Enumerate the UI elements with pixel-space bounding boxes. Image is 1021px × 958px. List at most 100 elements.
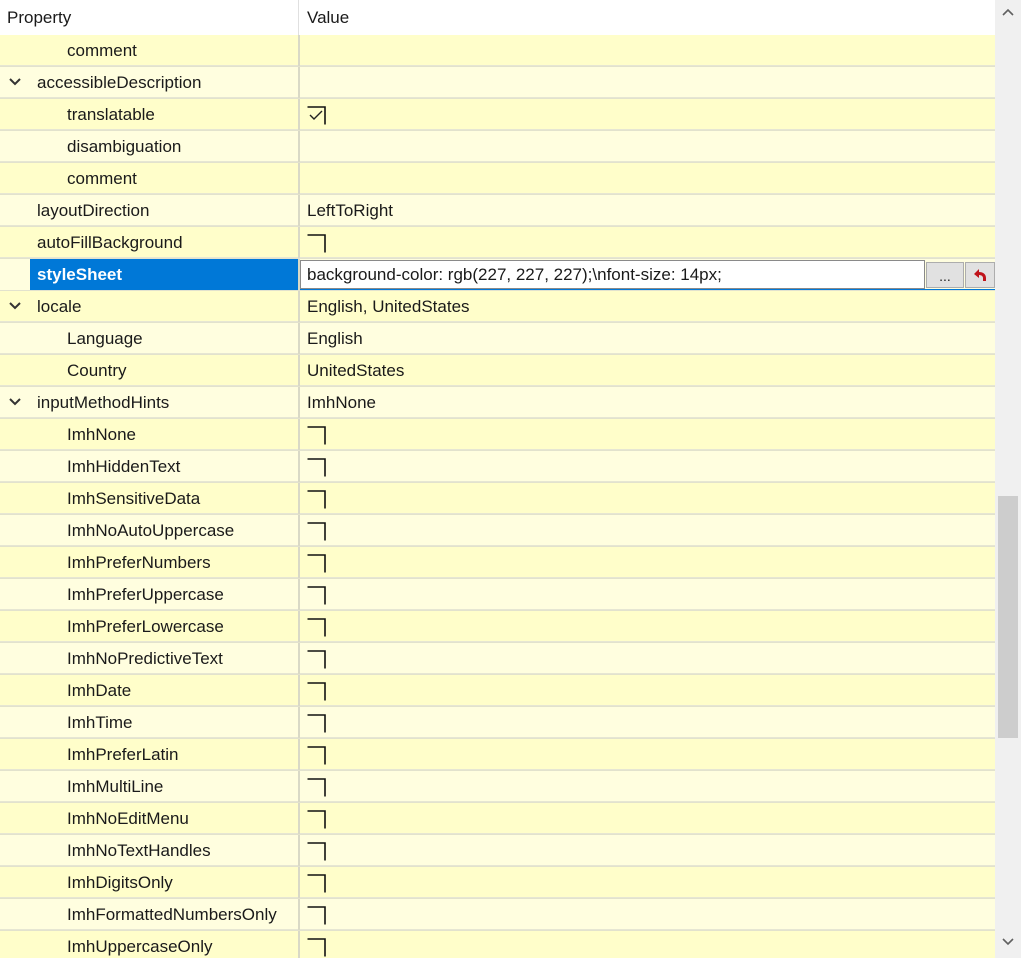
property-value[interactable]: English, UnitedStates — [300, 291, 995, 322]
property-row[interactable]: ImhPreferLatin — [0, 739, 995, 771]
property-value[interactable] — [300, 163, 995, 194]
checkbox-icon[interactable] — [307, 234, 326, 253]
property-value[interactable] — [300, 611, 995, 642]
property-row[interactable]: layoutDirection LeftToRight — [0, 195, 995, 227]
property-name[interactable]: ImhUppercaseOnly — [0, 931, 298, 958]
property-name[interactable]: ImhNoPredictiveText — [0, 643, 298, 674]
property-row[interactable]: ImhTime — [0, 707, 995, 739]
property-name[interactable]: ImhHiddenText — [0, 451, 298, 482]
checkbox-icon[interactable] — [307, 586, 326, 605]
property-row[interactable]: ImhPreferNumbers — [0, 547, 995, 579]
property-name[interactable]: disambiguation — [0, 131, 298, 162]
property-row[interactable]: ImhDigitsOnly — [0, 867, 995, 899]
stylesheet-value-input[interactable]: background-color: rgb(227, 227, 227);\nf… — [300, 260, 925, 289]
property-value[interactable]: LeftToRight — [300, 195, 995, 226]
checkbox-icon[interactable] — [307, 938, 326, 957]
checkbox-icon[interactable] — [307, 810, 326, 829]
property-value[interactable] — [300, 227, 995, 258]
property-value[interactable] — [300, 67, 995, 98]
property-name[interactable]: ImhTime — [0, 707, 298, 738]
property-row[interactable]: ImhMultiLine — [0, 771, 995, 803]
property-row[interactable]: Country UnitedStates — [0, 355, 995, 387]
property-value[interactable]: UnitedStates — [300, 355, 995, 386]
property-name[interactable]: comment — [0, 163, 298, 194]
property-value[interactable] — [300, 131, 995, 162]
property-name[interactable]: ImhNone — [0, 419, 298, 450]
property-value[interactable] — [300, 675, 995, 706]
checkbox-icon[interactable] — [307, 842, 326, 861]
property-name[interactable]: Country — [0, 355, 298, 386]
property-name[interactable]: accessibleDescription — [0, 67, 298, 98]
property-row[interactable]: ImhNoEditMenu — [0, 803, 995, 835]
property-name[interactable]: styleSheet — [30, 259, 298, 290]
property-value[interactable] — [300, 899, 995, 930]
property-value[interactable]: English — [300, 323, 995, 354]
property-name[interactable]: inputMethodHints — [0, 387, 298, 418]
property-row[interactable]: autoFillBackground — [0, 227, 995, 259]
property-name[interactable]: ImhDigitsOnly — [0, 867, 298, 898]
property-row[interactable]: inputMethodHints ImhNone — [0, 387, 995, 419]
property-name[interactable]: translatable — [0, 99, 298, 130]
edit-stylesheet-button[interactable]: ... — [926, 262, 964, 288]
checkbox-checked-icon[interactable] — [307, 106, 326, 125]
property-row[interactable]: locale English, UnitedStates — [0, 291, 995, 323]
property-name[interactable]: ImhDate — [0, 675, 298, 706]
chevron-down-icon[interactable] — [8, 299, 22, 313]
checkbox-icon[interactable] — [307, 650, 326, 669]
property-name[interactable]: ImhPreferLatin — [0, 739, 298, 770]
chevron-up-icon[interactable] — [995, 2, 1021, 24]
property-name[interactable]: ImhFormattedNumbersOnly — [0, 899, 298, 930]
property-row[interactable]: ImhFormattedNumbersOnly — [0, 899, 995, 931]
property-name[interactable]: ImhPreferNumbers — [0, 547, 298, 578]
property-value[interactable] — [300, 579, 995, 610]
property-row[interactable]: ImhPreferLowercase — [0, 611, 995, 643]
checkbox-icon[interactable] — [307, 490, 326, 509]
property-name[interactable]: autoFillBackground — [0, 227, 298, 258]
property-value[interactable] — [300, 835, 995, 866]
checkbox-icon[interactable] — [307, 906, 326, 925]
property-value[interactable] — [300, 771, 995, 802]
property-value[interactable] — [300, 931, 995, 958]
property-name[interactable]: layoutDirection — [0, 195, 298, 226]
property-value[interactable] — [300, 547, 995, 578]
checkbox-icon[interactable] — [307, 618, 326, 637]
property-name[interactable]: comment — [0, 35, 298, 66]
property-value[interactable] — [300, 515, 995, 546]
property-name[interactable]: ImhNoTextHandles — [0, 835, 298, 866]
scrollbar-thumb[interactable] — [998, 496, 1018, 738]
property-value[interactable] — [300, 451, 995, 482]
property-name[interactable]: Language — [0, 323, 298, 354]
checkbox-icon[interactable] — [307, 554, 326, 573]
property-value[interactable] — [300, 35, 995, 66]
property-value[interactable] — [300, 99, 995, 130]
property-column-header[interactable]: Property — [0, 0, 299, 35]
chevron-down-icon[interactable] — [8, 75, 22, 89]
property-row[interactable]: ImhSensitiveData — [0, 483, 995, 515]
property-value[interactable] — [300, 707, 995, 738]
property-row[interactable]: comment — [0, 35, 995, 67]
property-row[interactable]: Language English — [0, 323, 995, 355]
property-value[interactable] — [300, 739, 995, 770]
property-row[interactable]: accessibleDescription — [0, 67, 995, 99]
checkbox-icon[interactable] — [307, 874, 326, 893]
property-value[interactable] — [300, 483, 995, 514]
chevron-down-icon[interactable] — [8, 395, 22, 409]
property-row[interactable]: ImhHiddenText — [0, 451, 995, 483]
vertical-scrollbar[interactable] — [995, 0, 1021, 958]
property-name[interactable]: ImhNoEditMenu — [0, 803, 298, 834]
property-row[interactable]: styleSheet background-color: rgb(227, 227… — [0, 259, 995, 291]
property-value[interactable] — [300, 643, 995, 674]
property-name[interactable]: ImhPreferLowercase — [0, 611, 298, 642]
checkbox-icon[interactable] — [307, 522, 326, 541]
property-row[interactable]: ImhNoTextHandles — [0, 835, 995, 867]
property-row[interactable]: disambiguation — [0, 131, 995, 163]
property-name[interactable]: ImhSensitiveData — [0, 483, 298, 514]
property-name[interactable]: ImhMultiLine — [0, 771, 298, 802]
property-value[interactable] — [300, 419, 995, 450]
property-row[interactable]: ImhNoPredictiveText — [0, 643, 995, 675]
property-row[interactable]: comment — [0, 163, 995, 195]
checkbox-icon[interactable] — [307, 714, 326, 733]
checkbox-icon[interactable] — [307, 426, 326, 445]
property-name[interactable]: ImhPreferUppercase — [0, 579, 298, 610]
value-column-header[interactable]: Value — [300, 0, 995, 35]
